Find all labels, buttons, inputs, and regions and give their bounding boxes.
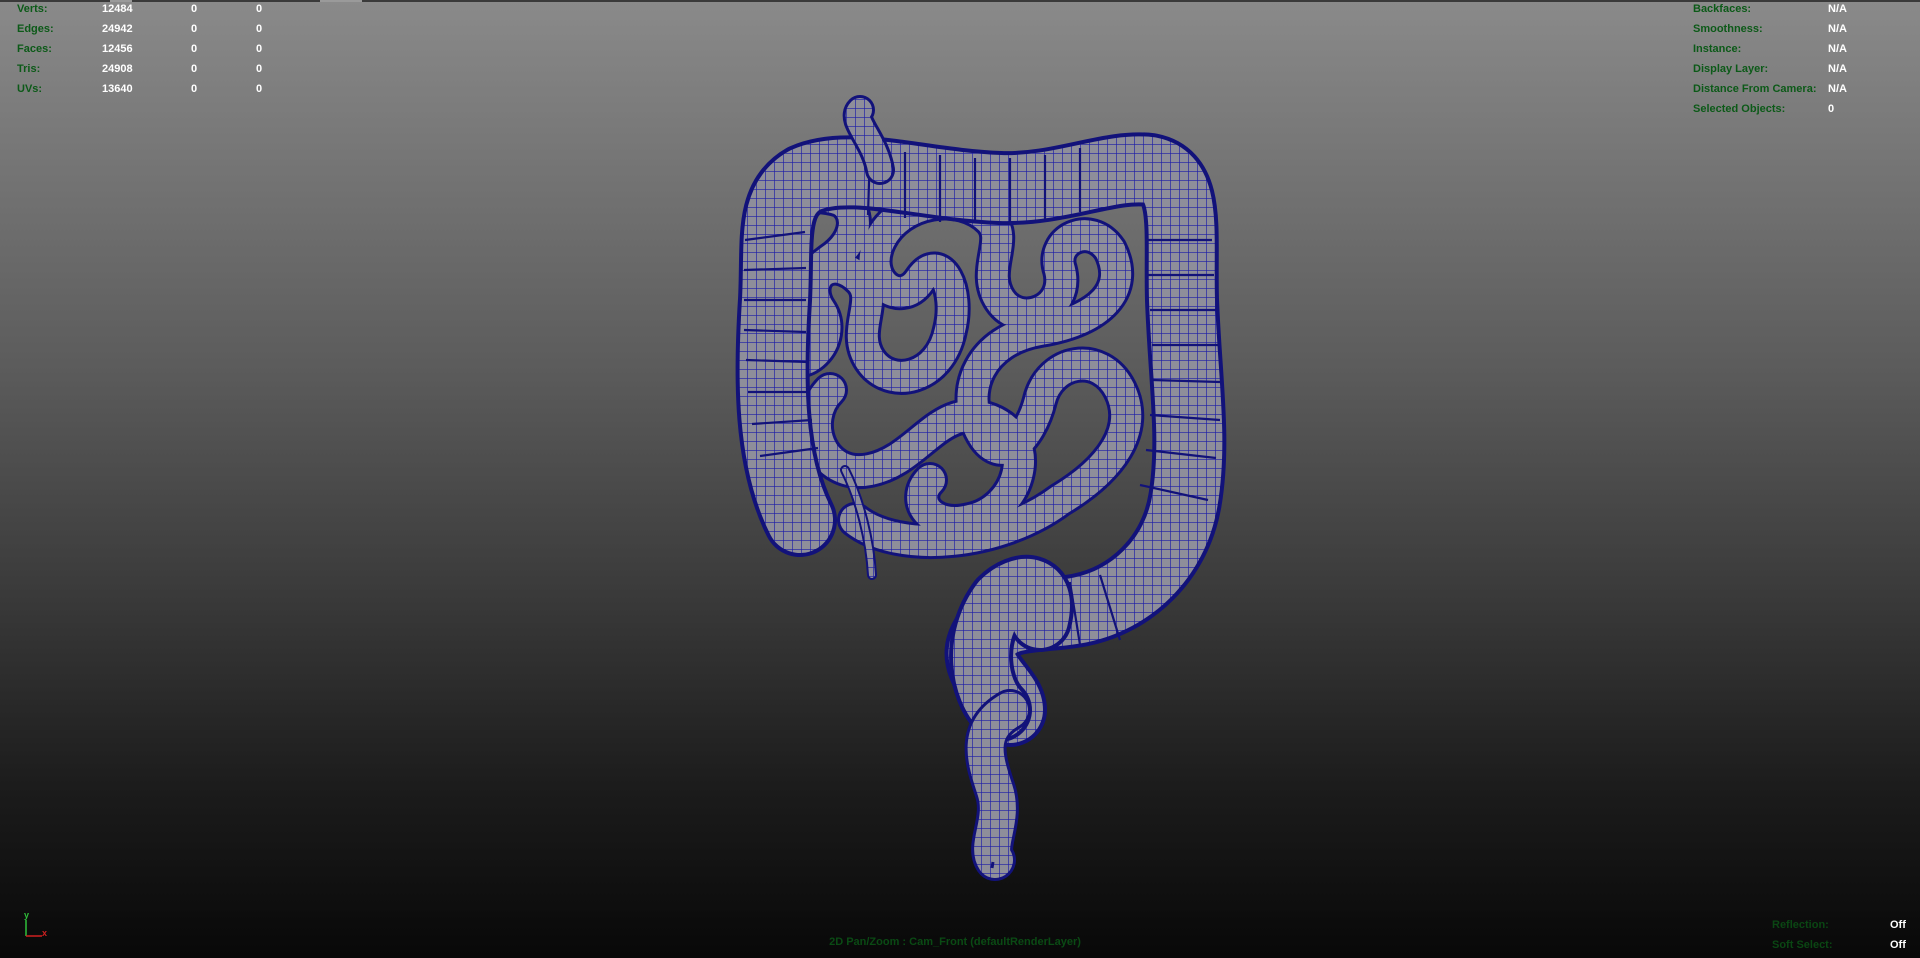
hud-row-backfaces: Backfaces: N/A	[1693, 0, 1913, 19]
hud-value: 0	[191, 3, 198, 15]
xy-axis-gizmo-icon: y x	[24, 910, 47, 938]
hud-value: N/A	[1828, 3, 1847, 15]
hud-value: Off	[1890, 919, 1906, 931]
hud-value: 0	[256, 83, 263, 95]
hud-label: Edges:	[17, 23, 54, 35]
hud-label: Distance From Camera:	[1693, 83, 1817, 95]
hud-row-reflection: Reflection: Off	[1772, 915, 1912, 935]
hud-row-faces: Faces: 12456 0 0	[17, 39, 277, 59]
hud-value: 12456	[102, 43, 133, 55]
axis-x-label: x	[42, 928, 47, 938]
hud-row-smoothness: Smoothness: N/A	[1693, 19, 1913, 39]
camera-name-label: 2D Pan/Zoom : Cam_Front (defaultRenderLa…	[829, 936, 1081, 948]
hud-value: 24908	[102, 63, 133, 75]
hud-value: N/A	[1828, 23, 1847, 35]
axis-y-label: y	[24, 910, 29, 920]
poly-count-hud: Verts: 12484 0 0 Edges: 24942 0 0 Faces:…	[17, 0, 277, 99]
hud-value: 24942	[102, 23, 133, 35]
hud-row-display-layer: Display Layer: N/A	[1693, 59, 1913, 79]
hud-row-tris: Tris: 24908 0 0	[17, 59, 277, 79]
hud-row-uvs: UVs: 13640 0 0	[17, 79, 277, 99]
hud-row-verts: Verts: 12484 0 0	[17, 0, 277, 19]
hud-value: N/A	[1828, 43, 1847, 55]
hud-value: 13640	[102, 83, 133, 95]
hud-row-edges: Edges: 24942 0 0	[17, 19, 277, 39]
object-details-hud: Backfaces: N/A Smoothness: N/A Instance:…	[1693, 0, 1913, 119]
hud-value: 0	[256, 23, 263, 35]
viewport-status-hud: Reflection: Off Soft Select: Off	[1772, 915, 1912, 955]
hud-label: Instance:	[1693, 43, 1742, 55]
hud-value: 0	[191, 43, 198, 55]
3d-viewport[interactable]: Verts: 12484 0 0 Edges: 24942 0 0 Faces:…	[0, 0, 1920, 958]
hud-label: Faces:	[17, 43, 52, 55]
hud-label: Display Layer:	[1693, 63, 1769, 75]
intestine-model-mesh[interactable]	[0, 0, 1920, 958]
hud-row-instance: Instance: N/A	[1693, 39, 1913, 59]
hud-value: N/A	[1828, 63, 1847, 75]
hud-label: UVs:	[17, 83, 43, 95]
hud-value: 12484	[102, 3, 133, 15]
hud-label: Reflection:	[1772, 919, 1829, 931]
hud-label: Selected Objects:	[1693, 103, 1786, 115]
hud-label: Tris:	[17, 63, 41, 75]
hud-label: Backfaces:	[1693, 3, 1752, 15]
hud-value: 0	[191, 23, 198, 35]
hud-value: 0	[191, 83, 198, 95]
hud-value: N/A	[1828, 83, 1847, 95]
hud-value: 0	[191, 63, 198, 75]
hud-label: Verts:	[17, 3, 48, 15]
hud-value: 0	[256, 43, 263, 55]
hud-value: 0	[256, 63, 263, 75]
hud-row-selected-objects: Selected Objects: 0	[1693, 99, 1913, 119]
hud-value: 0	[256, 3, 263, 15]
hud-label: Smoothness:	[1693, 23, 1763, 35]
hud-value: 0	[1828, 103, 1835, 115]
hud-row-distance-from-camera: Distance From Camera: N/A	[1693, 79, 1913, 99]
